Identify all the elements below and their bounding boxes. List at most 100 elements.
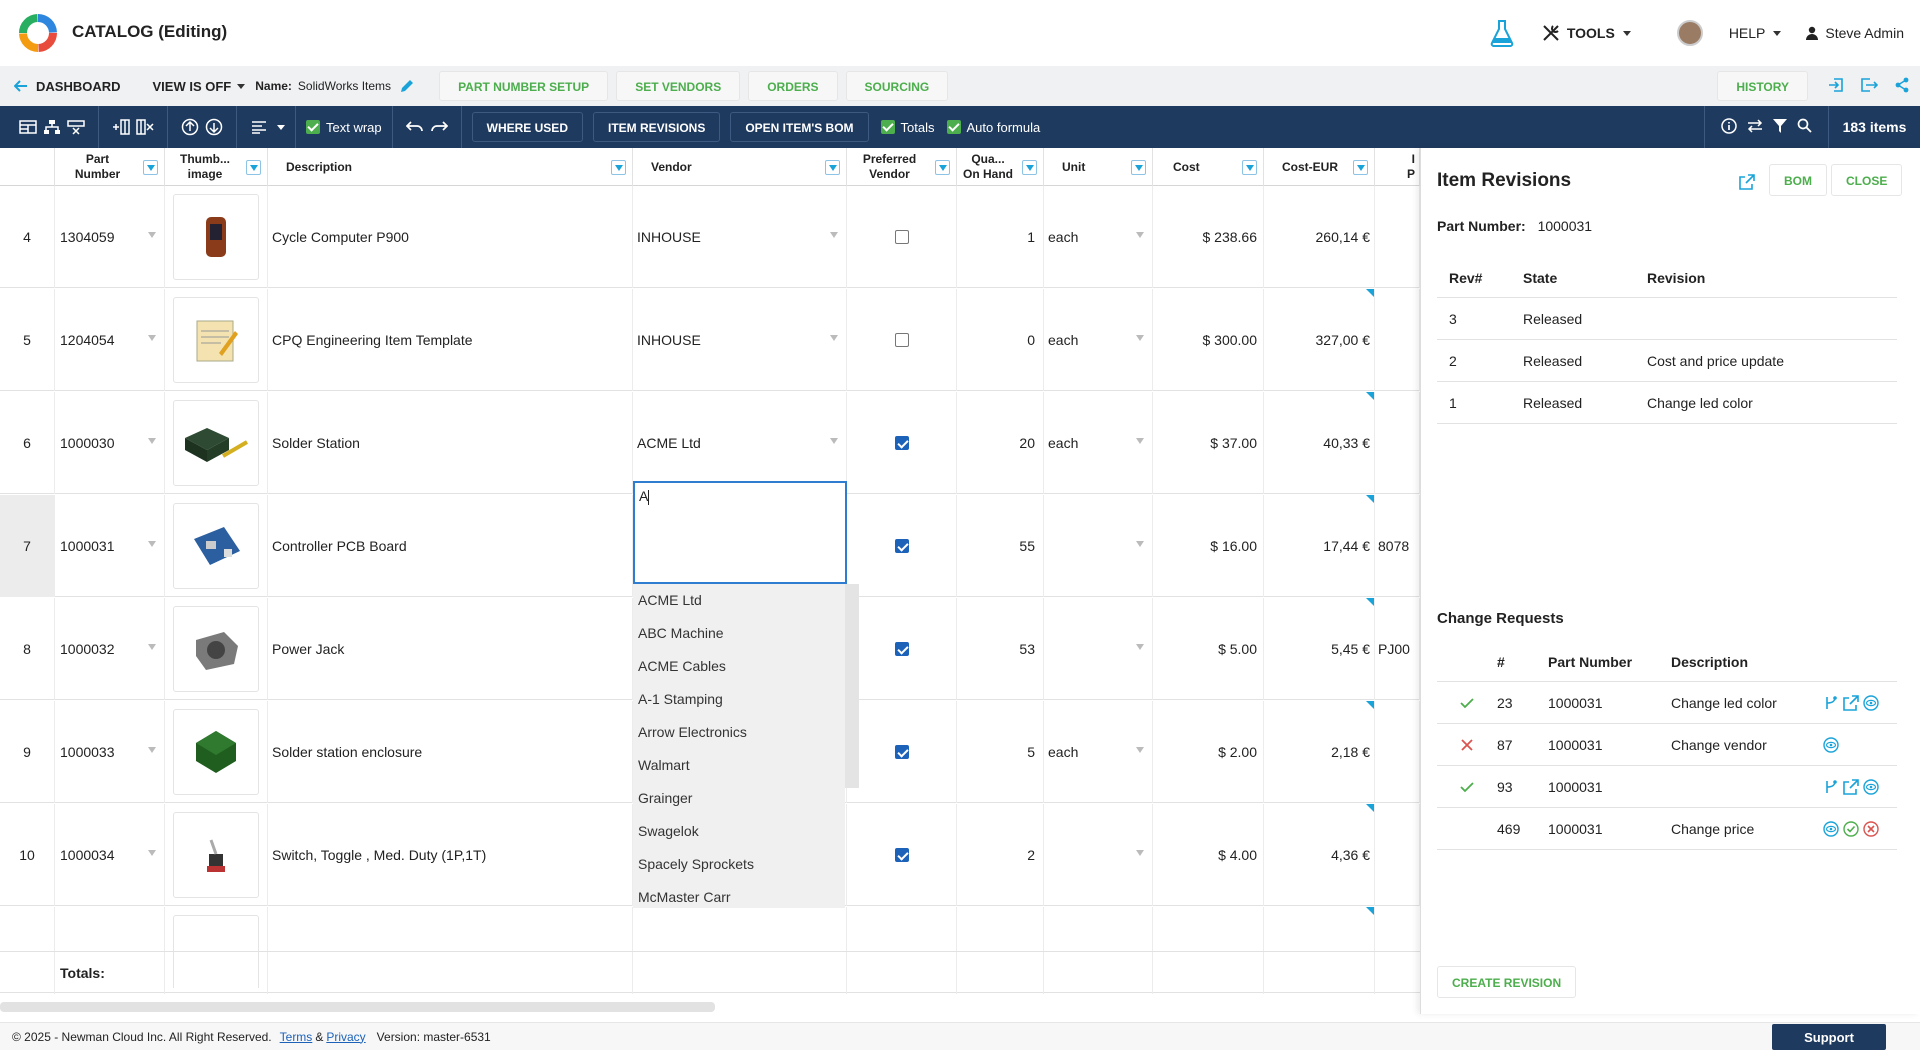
vendor-option[interactable]: Spacely Sprockets — [633, 848, 845, 881]
part-cell[interactable]: 1000030 — [55, 392, 165, 494]
qty-cell[interactable]: 1 — [957, 186, 1044, 288]
qty-cell[interactable]: 0 — [957, 289, 1044, 391]
cell-dropdown-icon[interactable] — [148, 541, 156, 547]
tools-menu[interactable]: TOOLS — [1541, 23, 1631, 43]
unit-cell[interactable]: each — [1044, 392, 1153, 494]
qty-cell[interactable]: 20 — [957, 392, 1044, 494]
revision-row[interactable]: 3 Released — [1437, 298, 1897, 340]
totals-toggle[interactable]: Totals — [880, 120, 935, 135]
cell-dropdown-icon[interactable] — [1136, 747, 1144, 753]
cell-dropdown-icon[interactable] — [1136, 850, 1144, 856]
part-cell[interactable]: 1000033 — [55, 701, 165, 803]
vendor-option[interactable]: ABC Machine — [633, 617, 845, 650]
cell-dropdown-icon[interactable] — [148, 747, 156, 753]
thumbnail-cell[interactable] — [165, 701, 268, 803]
vendor-option[interactable]: ACME Ltd — [633, 584, 845, 617]
tab-orders[interactable]: ORDERS — [748, 71, 838, 101]
eur-cell[interactable]: 5,45 € — [1264, 598, 1375, 700]
vendor-autocomplete-list[interactable]: ACME Ltd ABC Machine ACME Cables A-1 Stampi… — [633, 584, 845, 908]
col-header-part-number[interactable]: Part Number — [55, 148, 165, 186]
help-menu[interactable]: HELP — [1729, 25, 1782, 41]
change-request-row[interactable]: 469 1000031 Change price — [1437, 808, 1897, 850]
eur-cell[interactable]: 2,18 € — [1264, 701, 1375, 803]
vendor-option[interactable]: Grainger — [633, 782, 845, 815]
unit-cell[interactable]: each — [1044, 289, 1153, 391]
filter-icon[interactable] — [1773, 118, 1787, 137]
cell-dropdown-icon[interactable] — [148, 850, 156, 856]
col-header-description[interactable]: Description — [268, 148, 633, 186]
desc-cell[interactable]: CPQ Engineering Item Template — [268, 289, 633, 391]
table-row[interactable]: 4 1304059 Cycle Computer P900 INHOUSE 1 each $… — [0, 186, 1420, 288]
desc-cell[interactable]: Solder Station — [268, 392, 633, 494]
cell-dropdown-icon[interactable] — [148, 232, 156, 238]
col-header-preferred-vendor[interactable]: Preferred Vendor — [847, 148, 957, 186]
totals-checkbox[interactable] — [880, 120, 895, 134]
hierarchy-icon[interactable] — [43, 118, 61, 136]
export-icon[interactable] — [1860, 77, 1878, 93]
preferred-vendor-checkbox[interactable] — [894, 333, 909, 347]
vendor-cell[interactable]: ACME Ltd — [633, 392, 847, 494]
vendor-option[interactable]: A-1 Stamping — [633, 683, 845, 716]
auto-formula-toggle[interactable]: Auto formula — [946, 120, 1040, 135]
share-icon[interactable] — [1894, 77, 1910, 93]
qty-cell[interactable]: 55 — [957, 495, 1044, 597]
thumbnail-cell[interactable] — [165, 495, 268, 597]
history-button[interactable]: HISTORY — [1717, 71, 1808, 101]
cell-dropdown-icon[interactable] — [1136, 335, 1144, 341]
qty-cell[interactable]: 2 — [957, 804, 1044, 906]
cell-dropdown-icon[interactable] — [830, 335, 838, 341]
preferred-vendor-checkbox[interactable] — [894, 539, 909, 553]
filter-icon[interactable] — [935, 160, 950, 175]
text-wrap-toggle[interactable]: Text wrap — [306, 120, 382, 135]
filter-icon[interactable] — [611, 160, 626, 175]
filter-icon[interactable] — [1131, 160, 1146, 175]
cell-dropdown-icon[interactable] — [1136, 438, 1144, 444]
tab-part-number-setup[interactable]: PART NUMBER SETUP — [439, 71, 609, 101]
unit-cell[interactable]: each — [1044, 186, 1153, 288]
view-toggle[interactable]: VIEW IS OFF — [153, 79, 246, 94]
filter-icon[interactable] — [1022, 160, 1037, 175]
open-external-icon[interactable] — [1739, 174, 1755, 190]
extra-cell[interactable]: PJ00 — [1375, 598, 1420, 700]
part-cell[interactable]: 1204054 — [55, 289, 165, 391]
eur-cell[interactable]: 260,14 € — [1264, 186, 1375, 288]
revision-row[interactable]: 2 Released Cost and price update — [1437, 340, 1897, 382]
unit-cell[interactable] — [1044, 495, 1153, 597]
preferred-vendor-checkbox[interactable] — [894, 642, 909, 656]
flask-icon[interactable] — [1489, 19, 1515, 47]
arrow-down-circle-icon[interactable] — [205, 118, 223, 136]
vendor-option[interactable]: McMaster Carr — [633, 881, 845, 908]
where-used-button[interactable]: WHERE USED — [471, 112, 583, 142]
vendor-option[interactable]: Swagelok — [633, 815, 845, 848]
qty-cell[interactable]: 53 — [957, 598, 1044, 700]
unit-cell[interactable]: each — [1044, 701, 1153, 803]
table-row[interactable]: 6 1000030 Solder Station ACME Ltd 20 each $ 37… — [0, 392, 1420, 494]
preferred-vendor-cell[interactable] — [847, 186, 957, 288]
privacy-link[interactable]: Privacy — [326, 1030, 365, 1044]
close-button[interactable]: CLOSE — [1831, 164, 1903, 196]
cost-cell[interactable]: $ 37.00 — [1153, 392, 1264, 494]
thumbnail-cell[interactable] — [165, 289, 268, 391]
eur-cell[interactable]: 17,44 € — [1264, 495, 1375, 597]
open-bom-button[interactable]: OPEN ITEM'S BOM — [730, 112, 869, 142]
delete-column-icon[interactable] — [136, 118, 154, 136]
auto-formula-checkbox[interactable] — [946, 120, 961, 134]
col-header-cost[interactable]: Cost — [1153, 148, 1264, 186]
qty-cell[interactable]: 5 — [957, 701, 1044, 803]
branch-icon[interactable] — [1823, 695, 1839, 711]
user-menu[interactable]: Steve Admin — [1805, 25, 1904, 41]
item-revisions-button[interactable]: ITEM REVISIONS — [592, 112, 721, 142]
thumbnail-cell[interactable] — [165, 598, 268, 700]
cell-dropdown-icon[interactable] — [1136, 644, 1144, 650]
view-icon[interactable] — [1863, 778, 1879, 795]
tab-sourcing[interactable]: SOURCING — [845, 71, 949, 101]
thumbnail-cell[interactable] — [165, 804, 268, 906]
cost-cell[interactable]: $ 238.66 — [1153, 186, 1264, 288]
extra-cell[interactable] — [1375, 186, 1420, 288]
extra-cell[interactable] — [1375, 701, 1420, 803]
col-header-cost-eur[interactable]: Cost-EUR — [1264, 148, 1375, 186]
vendor-option[interactable]: Arrow Electronics — [633, 716, 845, 749]
cost-cell[interactable]: $ 5.00 — [1153, 598, 1264, 700]
col-header-unit[interactable]: Unit — [1044, 148, 1153, 186]
table-row[interactable]: 5 1204054 CPQ Engineering Item Template INH… — [0, 289, 1420, 391]
